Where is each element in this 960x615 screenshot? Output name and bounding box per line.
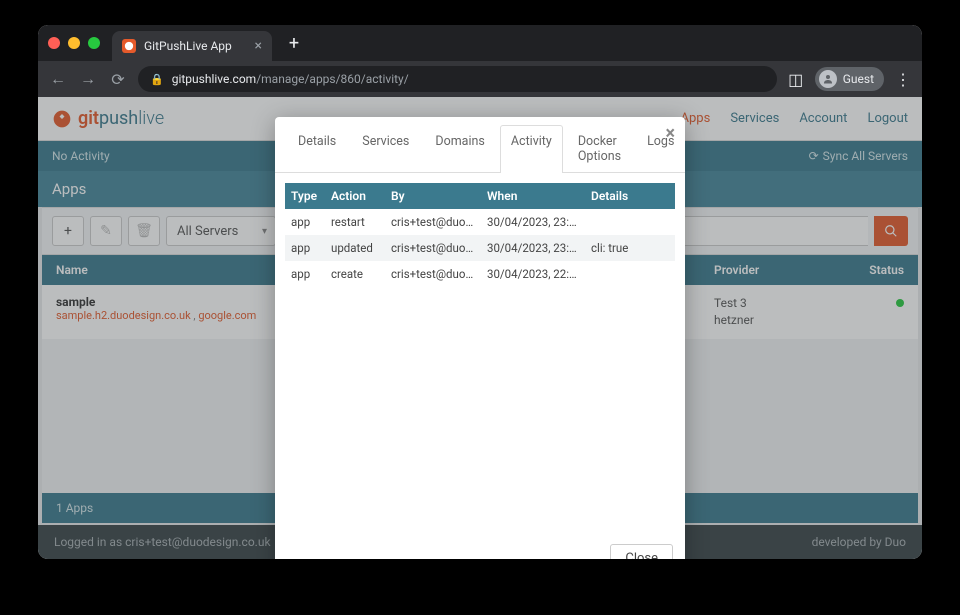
window-minimize[interactable]	[68, 37, 80, 49]
activity-table: Type Action By When Details app restart …	[285, 183, 675, 524]
tab-activity[interactable]: Activity	[500, 125, 563, 172]
tab-title: GitPushLive App	[144, 39, 232, 53]
tab-close-icon[interactable]: ×	[255, 38, 262, 54]
cell-type: app	[285, 235, 325, 261]
browser-menu[interactable]: ⋮	[894, 70, 912, 89]
activity-row: app create cris+test@duodesign.c 30/04/2…	[285, 261, 675, 287]
cell-by: cris+test@duodesign.c	[385, 261, 481, 287]
new-tab-button[interactable]: +	[282, 33, 306, 54]
url-host: gitpushlive.com	[172, 72, 257, 86]
col-action: Action	[325, 183, 385, 209]
col-details: Details	[585, 183, 675, 209]
tab-domains[interactable]: Domains	[424, 125, 496, 172]
avatar-icon	[819, 70, 837, 88]
address-bar[interactable]: 🔒 gitpushlive.com/manage/apps/860/activi…	[138, 66, 777, 92]
profile-label: Guest	[843, 72, 874, 86]
cell-details: cli: true	[585, 235, 675, 261]
toolbar: ← → ⟳ 🔒 gitpushlive.com/manage/apps/860/…	[38, 61, 922, 97]
col-when: When	[481, 183, 585, 209]
window-controls	[48, 37, 100, 49]
cell-when: 30/04/2023, 23:27	[481, 235, 585, 261]
modal-close-x[interactable]: ×	[665, 123, 675, 144]
tab-services[interactable]: Services	[351, 125, 420, 172]
url-path: /manage/apps/860/activity/	[256, 72, 408, 86]
cell-by: cris+test@duodesign.c	[385, 209, 481, 235]
modal-tabs: Details Services Domains Activity Docker…	[275, 117, 685, 173]
lock-icon: 🔒	[150, 73, 164, 86]
cell-details	[585, 261, 675, 287]
cell-when: 30/04/2023, 23:30	[481, 209, 585, 235]
cell-type: app	[285, 209, 325, 235]
page: gitpushlive Apps Services Account Logout…	[38, 97, 922, 559]
cell-action: create	[325, 261, 385, 287]
activity-row: app restart cris+test@duodesign.c 30/04/…	[285, 209, 675, 235]
tab-strip: GitPushLive App × +	[38, 25, 922, 61]
col-type: Type	[285, 183, 325, 209]
close-button[interactable]: Close	[610, 544, 673, 559]
col-by: By	[385, 183, 481, 209]
cell-action: restart	[325, 209, 385, 235]
nav-back[interactable]: ←	[48, 69, 68, 89]
modal-overlay[interactable]: Details Services Domains Activity Docker…	[38, 97, 922, 559]
browser-window: GitPushLive App × + ← → ⟳ 🔒 gitpushlive.…	[38, 25, 922, 559]
cell-details	[585, 209, 675, 235]
tab-docker-options[interactable]: Docker Options	[567, 125, 632, 172]
activity-table-header: Type Action By When Details	[285, 183, 675, 209]
browser-tab[interactable]: GitPushLive App ×	[112, 31, 272, 61]
cell-by: cris+test@duodesign.c	[385, 235, 481, 261]
modal-footer: Close	[275, 534, 685, 559]
activity-row: app updated cris+test@duodesign.c 30/04/…	[285, 235, 675, 261]
cell-when: 30/04/2023, 22:56	[481, 261, 585, 287]
cell-action: updated	[325, 235, 385, 261]
tab-details[interactable]: Details	[287, 125, 347, 172]
window-close[interactable]	[48, 37, 60, 49]
profile-chip[interactable]: Guest	[815, 67, 884, 91]
cell-type: app	[285, 261, 325, 287]
nav-reload[interactable]: ⟳	[108, 70, 128, 89]
extensions-icon[interactable]: ◫	[787, 70, 805, 89]
favicon-gitpushlive	[122, 39, 136, 53]
tab-logs[interactable]: Logs	[636, 125, 685, 172]
window-maximize[interactable]	[88, 37, 100, 49]
activity-modal: Details Services Domains Activity Docker…	[275, 117, 685, 559]
nav-forward[interactable]: →	[78, 69, 98, 89]
